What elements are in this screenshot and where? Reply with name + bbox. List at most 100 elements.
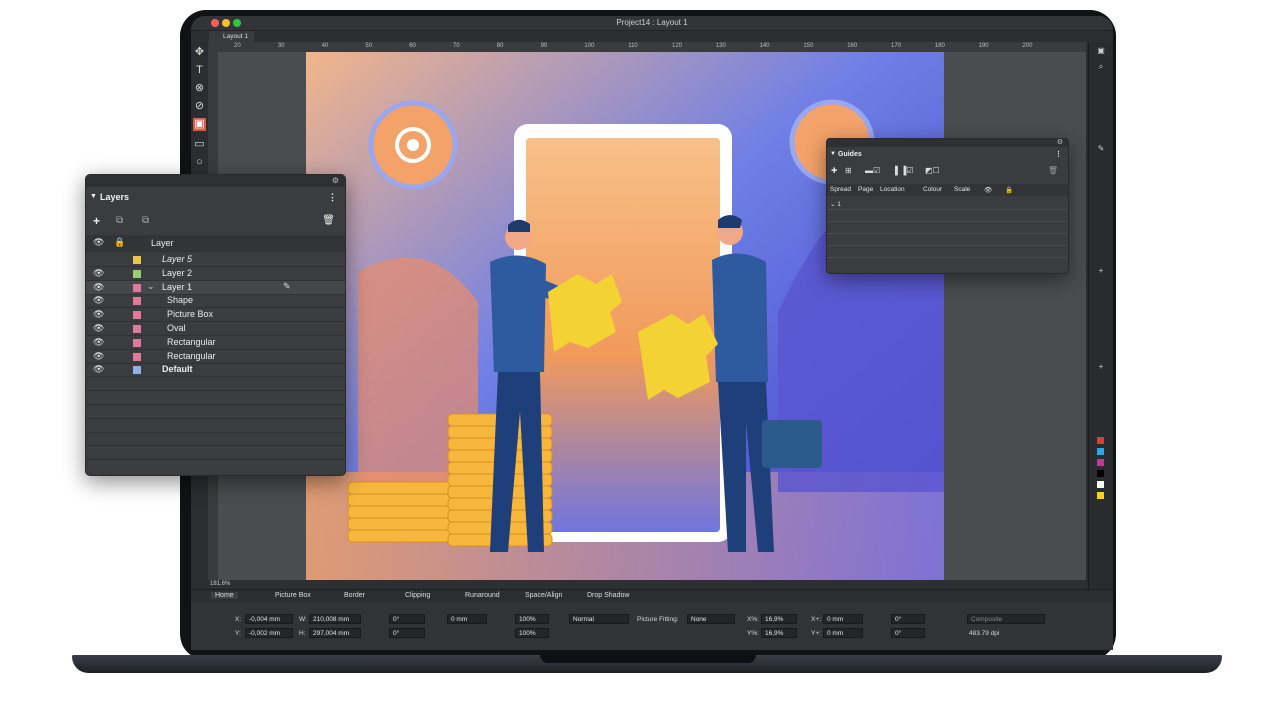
opacity-field[interactable]: 100% (515, 614, 549, 624)
swatch-red[interactable] (1097, 437, 1104, 444)
layer-color-swatch[interactable] (133, 338, 141, 347)
opacity-field-2[interactable]: 100% (515, 628, 549, 638)
delete-layer-icon[interactable]: 🗑 (322, 215, 335, 226)
x-field[interactable]: -0,004 mm (245, 614, 293, 624)
visibility-eye-icon[interactable]: 👁 (93, 351, 104, 362)
spread-expand-icon[interactable]: ⌄ (830, 201, 835, 208)
layer-color-swatch[interactable] (133, 311, 141, 320)
add-icon[interactable]: + (1094, 266, 1108, 276)
col-colour[interactable]: Colour (923, 186, 942, 193)
picture-skew-field[interactable]: 0° (891, 628, 925, 638)
more-options-icon[interactable]: ⋮ (328, 192, 337, 203)
layer-color-swatch[interactable] (133, 352, 141, 361)
corner-radius-field[interactable]: 0 mm (447, 614, 487, 624)
eyedropper-icon[interactable]: ✎ (1094, 144, 1108, 154)
col-spread[interactable]: Spread (830, 186, 851, 193)
rotation-field[interactable]: 0° (389, 614, 425, 624)
tab-space-align[interactable]: Space/Align (525, 592, 562, 599)
layer-row[interactable]: 👁 ⌄ ✎ Layer 1 (86, 280, 345, 295)
new-layer-icon[interactable]: + (93, 214, 100, 228)
visibility-eye-icon[interactable]: 👁 (93, 295, 104, 306)
guide-options-icon[interactable]: ◩☐ (925, 166, 940, 175)
tab-home[interactable]: Home (211, 592, 238, 599)
settings-gear-icon[interactable]: ⚙ (332, 176, 339, 185)
vertical-guides-icon[interactable]: ▌▐☑ (895, 166, 914, 175)
duplicate-layer-icon[interactable]: ⧉ (116, 215, 123, 226)
swatch-cyan[interactable] (1097, 448, 1104, 455)
col-scale[interactable]: Scale (954, 186, 970, 193)
layer-color-swatch[interactable] (133, 325, 141, 333)
x-offset-label: X+: (811, 616, 821, 623)
picture-box-tool-icon[interactable]: ▣ (193, 118, 206, 131)
skew-field[interactable]: 0° (389, 628, 425, 638)
layer-row[interactable]: 👁 Rectangular (86, 350, 345, 364)
visibility-eye-icon[interactable]: 👁 (93, 309, 104, 320)
layer-row[interactable]: Layer 5 (86, 253, 345, 267)
layer-color-swatch[interactable] (133, 283, 141, 292)
canvas-area[interactable] (218, 52, 1086, 580)
blend-mode-select[interactable]: Normal (569, 614, 629, 624)
collapse-triangle-icon[interactable]: ▼ (90, 193, 97, 200)
unlink-tool-icon[interactable]: ⊘ (193, 100, 206, 113)
layer-row[interactable]: 👁 Picture Box (86, 308, 345, 323)
width-field[interactable]: 210,008 mm (309, 614, 361, 624)
guides-gear-icon[interactable]: ⚙ (1057, 139, 1063, 146)
oval-tool-icon[interactable]: ○ (193, 156, 206, 169)
guides-more-icon[interactable]: ⋮ (1055, 150, 1062, 158)
col-location[interactable]: Location (880, 186, 905, 193)
col-page[interactable]: Page (858, 186, 873, 193)
link-tool-icon[interactable]: ⊗ (193, 82, 206, 95)
layer-color-swatch[interactable] (133, 256, 141, 264)
layer-row[interactable]: 👁 Oval (86, 322, 345, 336)
add-color-icon[interactable]: + (1094, 362, 1108, 372)
swatch-black[interactable] (1097, 470, 1104, 477)
height-field[interactable]: 297,004 mm (309, 628, 361, 638)
swatch-magenta[interactable] (1097, 459, 1104, 466)
zoom-level[interactable]: 181,6% (210, 581, 230, 587)
visibility-eye-icon[interactable]: 👁 (93, 337, 104, 348)
layer-color-swatch[interactable] (133, 269, 141, 278)
visibility-eye-icon[interactable]: 👁 (93, 268, 104, 279)
rectangle-tool-icon[interactable]: ▭ (193, 138, 206, 151)
layer-color-swatch[interactable] (133, 366, 141, 375)
guide-lock-icon[interactable]: 🔒 (1005, 186, 1013, 194)
picture-angle-field[interactable]: 0° (891, 614, 925, 624)
tab-border[interactable]: Border (344, 592, 365, 599)
delete-guide-icon[interactable]: 🗑 (1048, 166, 1058, 175)
swatch-yellow[interactable] (1097, 492, 1104, 499)
tab-picture-box[interactable]: Picture Box (275, 592, 311, 599)
layer-color-swatch[interactable] (133, 297, 141, 306)
tab-drop-shadow[interactable]: Drop Shadow (587, 592, 629, 599)
y-field[interactable]: -0,002 mm (245, 628, 293, 638)
search-icon[interactable]: ⌕ (1094, 62, 1108, 72)
layer-row[interactable]: 👁 Shape (86, 294, 345, 309)
layer-row[interactable]: 👁 Default (86, 363, 345, 378)
visibility-eye-icon[interactable]: 👁 (93, 323, 104, 334)
move-tool-icon[interactable]: ✥ (193, 46, 206, 59)
visibility-eye-icon[interactable]: 👁 (93, 364, 104, 375)
x-offset-field[interactable]: 0 mm (823, 614, 863, 624)
layer-row[interactable]: 👁 Layer 2 (86, 267, 345, 281)
y-offset-field[interactable]: 0 mm (823, 628, 863, 638)
add-guide-icon[interactable]: + (831, 165, 837, 177)
composite-select[interactable]: Composite (967, 614, 1045, 624)
layer-row[interactable]: 👁 Rectangular (86, 336, 345, 350)
x-scale-field[interactable]: 16,9% (761, 614, 797, 624)
guide-spread-row[interactable]: ⌄ 1 (830, 200, 841, 208)
merge-layers-icon[interactable]: ⧉ (142, 215, 149, 226)
y-scale-field[interactable]: 16,9% (761, 628, 797, 638)
tab-clipping[interactable]: Clipping (405, 592, 430, 599)
guide-visibility-icon[interactable]: 👁 (984, 186, 992, 194)
swatch-white[interactable] (1097, 481, 1104, 488)
horizontal-guides-icon[interactable]: ▬☑ (865, 166, 880, 175)
text-tool-icon[interactable]: T (193, 64, 206, 77)
tab-runaround[interactable]: Runaround (465, 592, 500, 599)
layers-panel-titlebar[interactable]: ⚙ (86, 175, 345, 187)
expand-chevron-icon[interactable]: ⌄ (147, 281, 155, 292)
guides-collapse-icon[interactable]: ▼ (830, 151, 836, 157)
panel-icon[interactable]: ▣ (1094, 46, 1108, 56)
guides-panel-titlebar[interactable]: ⚙ (827, 139, 1068, 147)
picture-fitting-select[interactable]: None (687, 614, 735, 624)
visibility-eye-icon[interactable]: 👁 (93, 282, 104, 293)
guide-grid-icon[interactable]: ⊞ (845, 166, 852, 175)
